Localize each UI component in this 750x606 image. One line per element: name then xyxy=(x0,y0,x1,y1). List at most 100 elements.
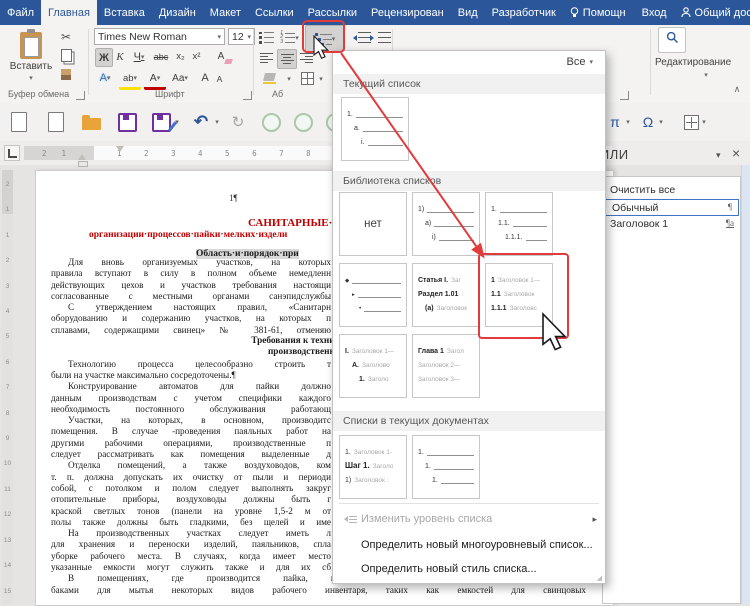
symbol-button[interactable]: Ω xyxy=(640,111,656,133)
cut-button[interactable]: ✂ xyxy=(57,29,75,45)
undo-button[interactable]: ↶ xyxy=(190,111,212,133)
open-button[interactable] xyxy=(80,111,102,133)
vertical-scrollbar[interactable] xyxy=(741,165,750,604)
undo-caret-button[interactable]: ▾ xyxy=(212,111,222,133)
library-item-paren-numbers[interactable]: 1) a) i) xyxy=(412,192,480,256)
align-right-button[interactable] xyxy=(297,49,315,67)
library-item-bullets[interactable]: ◆ ▸ • xyxy=(339,263,407,327)
tab-view[interactable]: Вид xyxy=(451,0,485,25)
style-item-normal[interactable]: Обычный ¶ xyxy=(604,199,739,216)
left-indent-marker[interactable] xyxy=(78,161,88,167)
increase-indent-button[interactable] xyxy=(368,28,386,47)
highlight-color-button[interactable]: ab▾ xyxy=(119,69,141,90)
subscript-button[interactable]: x₂ xyxy=(173,48,188,65)
save-as-button[interactable] xyxy=(150,111,172,133)
tab-insert[interactable]: Вставка xyxy=(97,0,152,25)
list-label: Заголовок 3— xyxy=(418,376,460,383)
first-line-indent-marker[interactable] xyxy=(116,146,124,152)
change-case-button[interactable]: Аа▾ xyxy=(169,69,191,87)
menu-item-define-new-multilevel-list[interactable]: Определить новый многоуровневый список..… xyxy=(333,533,605,557)
share-button[interactable]: Общий доступ xyxy=(674,0,750,25)
resize-grip-icon[interactable]: ◢ xyxy=(597,574,602,582)
clear-all-style-item[interactable]: Очистить все xyxy=(603,182,740,199)
editing-caret-button[interactable]: ▾ xyxy=(700,70,712,80)
font-size-select[interactable]: 12 ▾ xyxy=(228,28,255,45)
superscript-button[interactable]: x² xyxy=(189,48,204,65)
bullets-button[interactable] xyxy=(257,28,276,47)
doc-list-item-nested-ones[interactable]: 1. 1. 1. xyxy=(412,435,480,499)
library-item-article-section[interactable]: Статья I.Заг Раздел 1.01: (a)Заголовок xyxy=(412,263,480,327)
numbering-button[interactable]: 123 ▾ xyxy=(278,28,301,47)
italic-button[interactable]: К xyxy=(113,48,127,65)
table-button[interactable] xyxy=(680,111,702,133)
font-dialog-launcher-icon[interactable] xyxy=(243,91,252,100)
new-document-button[interactable] xyxy=(8,111,30,133)
align-center-button[interactable] xyxy=(277,49,297,69)
copy-button[interactable] xyxy=(58,47,74,63)
table-caret-button[interactable]: ▾ xyxy=(700,111,708,133)
tab-layout[interactable]: Макет xyxy=(203,0,248,25)
shrink-font-button[interactable]: А xyxy=(213,71,226,87)
library-item-roman-heading[interactable]: I.Заголовок 1— A.Заголово 1.Заголо xyxy=(339,334,407,398)
clear-formatting-label: А xyxy=(218,51,225,62)
bold-button[interactable]: Ж xyxy=(95,48,113,67)
borders-button[interactable] xyxy=(298,69,316,88)
borders-caret-button[interactable]: ▾ xyxy=(316,69,326,88)
tab-review[interactable]: Рецензирован xyxy=(364,0,451,25)
collapse-ribbon-button[interactable]: ∧ xyxy=(730,83,744,95)
tab-developer[interactable]: Разработчик xyxy=(485,0,563,25)
shading-button[interactable] xyxy=(257,69,281,88)
menu-item-define-new-list-style[interactable]: Определить новый стиль списка... xyxy=(333,557,605,581)
equation-button[interactable]: π xyxy=(607,111,623,133)
library-item-none[interactable]: нет xyxy=(339,192,407,256)
styles-pane-close-button[interactable]: × xyxy=(732,145,740,161)
tab-selector[interactable] xyxy=(4,145,20,161)
tab-file[interactable]: Файл xyxy=(0,0,41,25)
save-button[interactable] xyxy=(116,111,138,133)
grow-font-button[interactable]: А xyxy=(198,69,212,87)
hanging-indent-marker[interactable] xyxy=(78,154,86,160)
underline-button[interactable]: Ч▾ xyxy=(129,48,149,65)
align-left-button[interactable] xyxy=(257,49,275,67)
list-num: a. xyxy=(354,125,360,132)
redo-button[interactable]: ↻ xyxy=(227,111,249,133)
style-item-heading1[interactable]: Заголовок 1 ¶а xyxy=(603,216,740,233)
tab-references[interactable]: Ссылки xyxy=(248,0,301,25)
library-item-chapter[interactable]: Глава 1Загол Заголовок 2— Заголовок 3— xyxy=(412,334,480,398)
equation-caret-button[interactable]: ▾ xyxy=(624,111,632,133)
toolbar-extra-button-2[interactable] xyxy=(292,111,314,133)
menu-item-change-list-level[interactable]: Изменить уровень списка ▸ xyxy=(333,507,605,531)
vertical-ruler[interactable]: 2 1 1 2 3 4 5 6 7 8 9 10 11 12 13 14 15 xyxy=(2,170,13,604)
tab-mailings[interactable]: Рассылки xyxy=(301,0,364,25)
strikethrough-button[interactable]: abc xyxy=(151,48,171,65)
text-effects-button[interactable]: А▾ xyxy=(95,69,115,87)
tab-design[interactable]: Дизайн xyxy=(152,0,203,25)
tab-home[interactable]: Главная xyxy=(41,0,97,25)
symbol-caret-button[interactable]: ▾ xyxy=(657,111,665,133)
find-button[interactable] xyxy=(658,27,686,53)
paste-button[interactable]: Вставить ▾ xyxy=(8,27,54,87)
doc-line: указанные емкости могут служить также и … xyxy=(51,562,331,573)
font-color-button[interactable]: А▾ xyxy=(144,69,166,90)
format-painter-button[interactable] xyxy=(58,66,74,82)
shading-caret-button[interactable]: ▾ xyxy=(284,69,294,88)
new-page-button[interactable] xyxy=(45,111,67,133)
decrease-indent-button[interactable] xyxy=(348,28,366,47)
clear-formatting-button[interactable]: А xyxy=(212,48,230,65)
sign-in-button[interactable]: Вход xyxy=(635,0,674,25)
toolbar-extra-button-1[interactable] xyxy=(260,111,282,133)
font-name-select[interactable]: Times New Roman ▾ xyxy=(94,28,225,45)
gallery-filter-select[interactable]: Все ▾ xyxy=(567,56,593,68)
library-item-decimal[interactable]: 1. 1.1. 1.1.1. xyxy=(485,192,553,256)
current-list-preview[interactable]: 1. a. i. xyxy=(341,97,409,161)
clipboard-dialog-launcher-icon[interactable] xyxy=(76,91,85,100)
styles-dialog-launcher-icon[interactable] xyxy=(620,91,629,100)
list-num: 1 xyxy=(491,277,495,284)
library-item-heading-decimal[interactable]: 1Заголовок 1— 1.1Заголовок 1.1.1Заголовс xyxy=(485,263,553,327)
tab-mailings-label: Рассылки xyxy=(308,7,357,19)
styles-pane-caret-button[interactable]: ▾ xyxy=(716,150,721,161)
doc-list-item-step[interactable]: 1.Заголовок 1- Шаг 1.Заголо 1)Заголовок … xyxy=(339,435,407,499)
save-as-caret-button[interactable]: ▾ xyxy=(172,111,182,133)
list-line xyxy=(526,231,547,241)
tab-help[interactable]: Помощн xyxy=(563,0,633,25)
